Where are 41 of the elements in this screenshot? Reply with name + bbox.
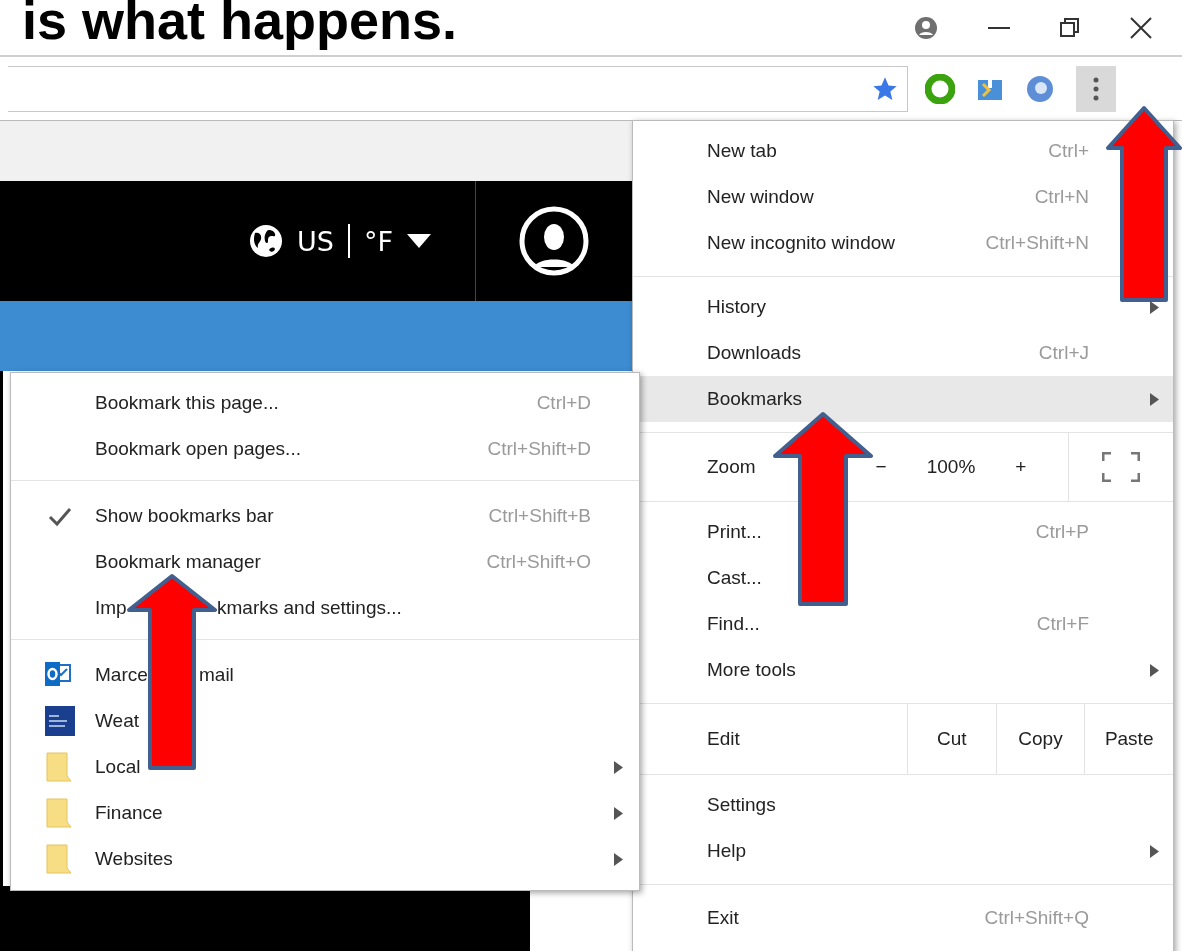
unit-label[interactable]: °F — [363, 225, 393, 257]
edit-action-button[interactable]: Paste — [1084, 704, 1173, 774]
avatar-icon[interactable] — [518, 205, 590, 277]
slide-title: is what happens. — [22, 0, 458, 48]
weather-site-icon — [45, 706, 75, 736]
dropdown-caret-icon[interactable] — [407, 234, 431, 248]
zoom-label: Zoom — [707, 456, 756, 478]
close-icon[interactable] — [1130, 16, 1152, 39]
account-icon[interactable] — [914, 15, 938, 40]
menu-item-label: kmarks and settings... — [217, 597, 402, 619]
bookmarks-menu-item[interactable]: Show bookmarks bar Ctrl+Shift+B — [11, 493, 639, 539]
region-label[interactable]: US — [297, 225, 334, 257]
restore-icon[interactable] — [1060, 17, 1080, 38]
menu-item[interactable]: New incognito window Ctrl+Shift+N — [633, 220, 1173, 266]
menu-item[interactable]: New window Ctrl+N — [633, 174, 1173, 220]
menu-item[interactable]: History — [633, 284, 1173, 330]
zoom-out-button[interactable]: − — [865, 450, 897, 484]
mail-app-icon — [45, 660, 71, 688]
zoom-level: 100% — [926, 456, 976, 478]
folder-icon — [45, 752, 71, 782]
bookmarks-menu-item[interactable]: Bookmark open pages... Ctrl+Shift+D — [11, 426, 639, 472]
edit-label: Edit — [706, 727, 741, 751]
more-icon — [1093, 76, 1099, 101]
folder-icon — [45, 844, 71, 874]
disc-extension-icon[interactable] — [1025, 73, 1055, 104]
menu-item-label: Imp — [95, 597, 127, 619]
folder-icon — [45, 798, 71, 828]
fullscreen-icon[interactable] — [1102, 452, 1140, 482]
menu-item-label: Marce — [95, 664, 148, 686]
bookmarks-menu-item[interactable]: Local — [11, 744, 639, 790]
menu-item[interactable]: Downloads Ctrl+J — [633, 330, 1173, 376]
globe-icon[interactable] — [249, 224, 284, 258]
menu-item-label: mail — [199, 664, 234, 686]
menu-item[interactable]: Exit Ctrl+Shift+Q — [633, 895, 1173, 941]
zoom-in-button[interactable]: + — [1005, 450, 1037, 484]
menu-button[interactable] — [1076, 65, 1116, 112]
menu-item[interactable]: New tab Ctrl+ — [633, 128, 1173, 174]
bookmarks-menu-item[interactable]: Weat — [11, 698, 639, 744]
ring-extension-icon[interactable] — [925, 73, 955, 104]
bookmarks-menu-item[interactable]: Bookmark manager Ctrl+Shift+O — [11, 539, 639, 585]
bookmarks-menu-item[interactable]: Imp kmarks and settings... — [11, 585, 639, 631]
